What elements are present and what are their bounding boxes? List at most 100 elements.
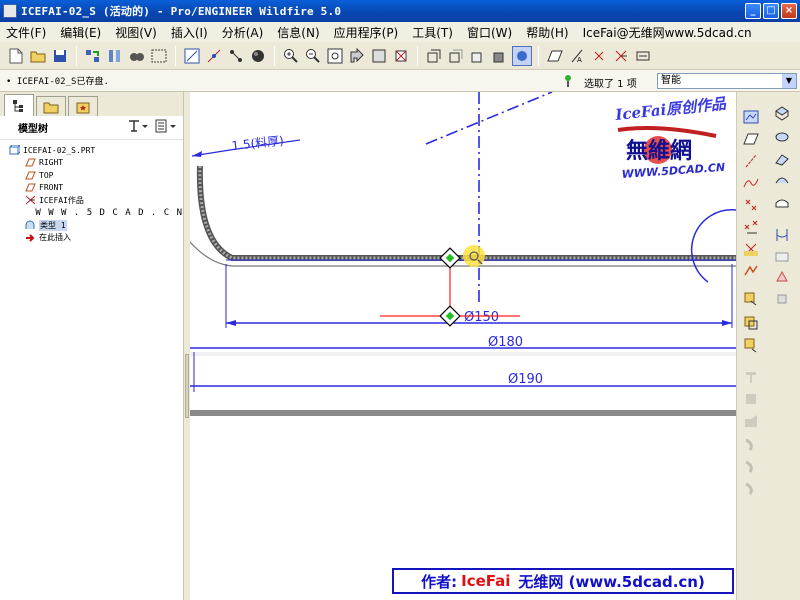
centerline-diagonal — [425, 92, 553, 145]
datum-point-icon[interactable] — [226, 46, 246, 66]
tree-show-icon[interactable] — [155, 119, 177, 136]
extrude-icon[interactable] — [772, 104, 792, 122]
saved-views-icon[interactable] — [369, 46, 389, 66]
banner-prefix: 作者: — [421, 572, 458, 591]
drawing-edge — [190, 410, 736, 416]
watermark-logo: IceFai原创作品 無維網 WWW.5DCAD.CN — [614, 96, 728, 181]
status-light-icon — [565, 75, 571, 87]
drag-handle-top[interactable] — [439, 247, 461, 269]
plane-icon[interactable] — [741, 130, 761, 148]
regenerate-icon[interactable] — [83, 46, 103, 66]
paste-feature-icon[interactable] — [741, 314, 761, 332]
menu-window[interactable]: 窗口(W) — [460, 24, 519, 41]
blend-icon[interactable] — [772, 172, 792, 190]
csys-icon — [24, 195, 36, 205]
hole-icon[interactable] — [772, 226, 792, 244]
menu-applications[interactable]: 应用程序(P) — [327, 24, 406, 41]
splitter-grip[interactable] — [185, 354, 189, 418]
tree-item-csys[interactable]: ICEFAI作品 — [0, 194, 183, 207]
curve-icon[interactable] — [741, 174, 761, 192]
menu-edit[interactable]: 编辑(E) — [53, 24, 108, 41]
chevron-down-icon[interactable]: ▼ — [782, 74, 796, 88]
text-icon — [24, 208, 32, 218]
copy-feature-icon[interactable] — [741, 290, 761, 308]
sketch-datum-icon[interactable] — [741, 108, 761, 126]
shading-icon[interactable] — [248, 46, 268, 66]
rib-icon[interactable] — [772, 268, 792, 286]
wireframe-icon[interactable] — [424, 46, 444, 66]
close-button[interactable]: × — [781, 3, 797, 19]
datum-plane-icon — [24, 170, 36, 180]
shaded-icon[interactable] — [490, 46, 510, 66]
reorient-icon[interactable] — [347, 46, 367, 66]
graphics-window[interactable]: 1.5(料厚) Ø150 Ø180 Ø190 IceFai原创作品 無維網 WW… — [190, 92, 736, 600]
zoom-in-icon[interactable] — [281, 46, 301, 66]
save-icon[interactable] — [50, 46, 70, 66]
enhanced-realism-icon[interactable] — [512, 45, 532, 66]
tree-item-part[interactable]: ICEFAI-02_S.PRT — [0, 144, 183, 157]
offset-point-icon[interactable] — [741, 218, 761, 236]
tree-item-insert-here[interactable]: 在此插入 — [0, 232, 183, 245]
menu-site-link[interactable]: IceFai@无维网www.5dcad.cn — [576, 24, 759, 41]
csys-display-icon[interactable] — [611, 46, 631, 66]
menu-tools[interactable]: 工具(T) — [405, 24, 460, 41]
dimension-dia-180: Ø180 — [488, 335, 523, 350]
hidden-line-icon[interactable] — [446, 46, 466, 66]
point-icon[interactable] — [741, 196, 761, 214]
new-file-icon[interactable] — [6, 46, 26, 66]
part-icon — [8, 145, 20, 156]
revolve-icon[interactable] — [772, 128, 792, 146]
datum-axis-icon[interactable] — [204, 46, 224, 66]
tree-item-front[interactable]: FRONT — [0, 182, 183, 195]
tree-item-text[interactable]: W W W . 5 D C A D . C N — [0, 207, 183, 220]
draft-icon[interactable] — [772, 290, 792, 308]
menu-insert[interactable]: 插入(I) — [164, 24, 215, 41]
tab-model-tree[interactable] — [4, 94, 34, 116]
selection-filter-dropdown[interactable]: 智能 ▼ — [657, 73, 797, 89]
banner-suffix: 无维网 (www.5dcad.cn) — [518, 572, 705, 591]
surface-icon[interactable] — [772, 194, 792, 212]
window-title: ICEFAI-02_S (活动的) - Pro/ENGINEER Wildfir… — [21, 5, 342, 18]
analysis-feature-icon[interactable] — [741, 262, 761, 280]
no-hidden-icon[interactable] — [468, 46, 488, 66]
regen-manager-icon[interactable] — [105, 46, 125, 66]
sweep-icon[interactable] — [772, 150, 792, 168]
tree-settings-icon[interactable] — [127, 119, 149, 136]
find-icon[interactable] — [127, 46, 147, 66]
axis-icon[interactable] — [741, 152, 761, 170]
menu-help[interactable]: 帮助(H) — [519, 24, 575, 41]
chamfer-disabled-icon — [741, 480, 761, 498]
menu-bar: 文件(F) 编辑(E) 视图(V) 插入(I) 分析(A) 信息(N) 应用程序… — [0, 22, 800, 42]
menu-analysis[interactable]: 分析(A) — [215, 24, 271, 41]
tree-item-top[interactable]: TOP — [0, 169, 183, 182]
layers-icon[interactable] — [391, 46, 411, 66]
select-box-icon[interactable] — [149, 46, 169, 66]
refit-icon[interactable] — [325, 46, 345, 66]
sketch-icon[interactable] — [182, 46, 202, 66]
tree-item-feature[interactable]: 类型 1 — [0, 219, 183, 232]
annotation-display-icon[interactable] — [633, 46, 653, 66]
minimize-button[interactable]: _ — [745, 3, 761, 19]
author-banner: 作者: IceFai 无维网 (www.5dcad.cn) — [392, 568, 734, 594]
tab-folder-browser[interactable] — [36, 96, 66, 116]
watermark-line1: IceFai原创作品 — [614, 96, 728, 124]
navigator-panel: 模型树 ICEFAI-02_S.PRT RIGHT TOP FRONT ICEF… — [0, 92, 184, 600]
menu-view[interactable]: 视图(V) — [108, 24, 164, 41]
maximize-button[interactable]: □ — [763, 3, 779, 19]
mirror-feature-icon[interactable] — [741, 336, 761, 354]
csys-tool-icon[interactable] — [741, 240, 761, 258]
tree-item-right[interactable]: RIGHT — [0, 157, 183, 170]
datum-plane-display-icon[interactable] — [545, 46, 565, 66]
datum-axis-display-icon[interactable]: A — [567, 46, 587, 66]
sweep-disabled-icon — [741, 412, 761, 430]
menu-file[interactable]: 文件(F) — [0, 24, 53, 41]
datum-point-display-icon[interactable] — [589, 46, 609, 66]
tab-favorites[interactable] — [68, 96, 98, 116]
datum-plane-icon — [24, 158, 36, 168]
selection-status: 选取了 1 项 — [584, 79, 637, 90]
shell-icon[interactable] — [772, 248, 792, 266]
open-folder-icon[interactable] — [28, 46, 48, 66]
app-icon — [3, 4, 17, 18]
zoom-out-icon[interactable] — [303, 46, 323, 66]
menu-info[interactable]: 信息(N) — [270, 24, 326, 41]
